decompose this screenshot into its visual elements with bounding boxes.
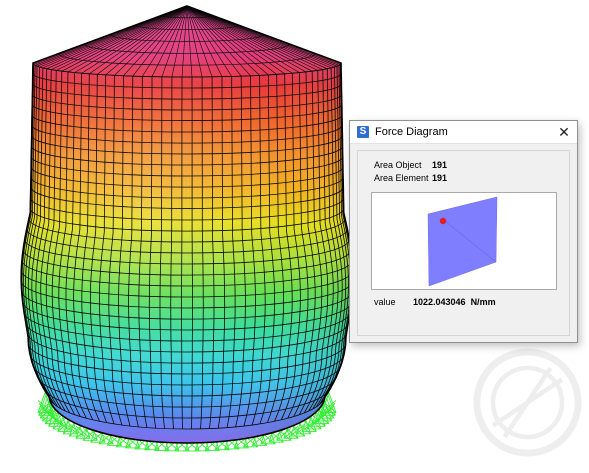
area-object-value: 191 (432, 160, 448, 170)
watermark-logo (473, 348, 582, 457)
area-element-row: Area Element 191 (374, 173, 447, 183)
element-preview-canvas (427, 196, 498, 287)
area-element-shape (427, 196, 498, 287)
silo-shading (21, 6, 353, 443)
dialog-panel: Area Object 191 Area Element 191 value 1… (357, 150, 570, 336)
element-preview (371, 192, 557, 290)
area-element-label: Area Element (374, 173, 429, 183)
dialog-title: Force Diagram (375, 126, 448, 138)
dialog-titlebar[interactable]: S Force Diagram ✕ (350, 121, 577, 144)
area-object-row: Area Object 191 (374, 160, 447, 170)
force-point-marker (439, 217, 447, 225)
close-button[interactable]: ✕ (551, 121, 577, 143)
area-object-label: Area Object (374, 160, 422, 170)
area-element-value: 191 (432, 173, 448, 183)
force-diagram-dialog[interactable]: S Force Diagram ✕ Area Object 191 Area E… (349, 120, 578, 343)
value-row: value 1022.043046 N/mm (374, 297, 496, 307)
force-unit: N/mm (470, 297, 496, 307)
app-icon: S (357, 126, 369, 138)
value-label: value (374, 297, 396, 307)
force-value: 1022.043046 (413, 297, 466, 307)
